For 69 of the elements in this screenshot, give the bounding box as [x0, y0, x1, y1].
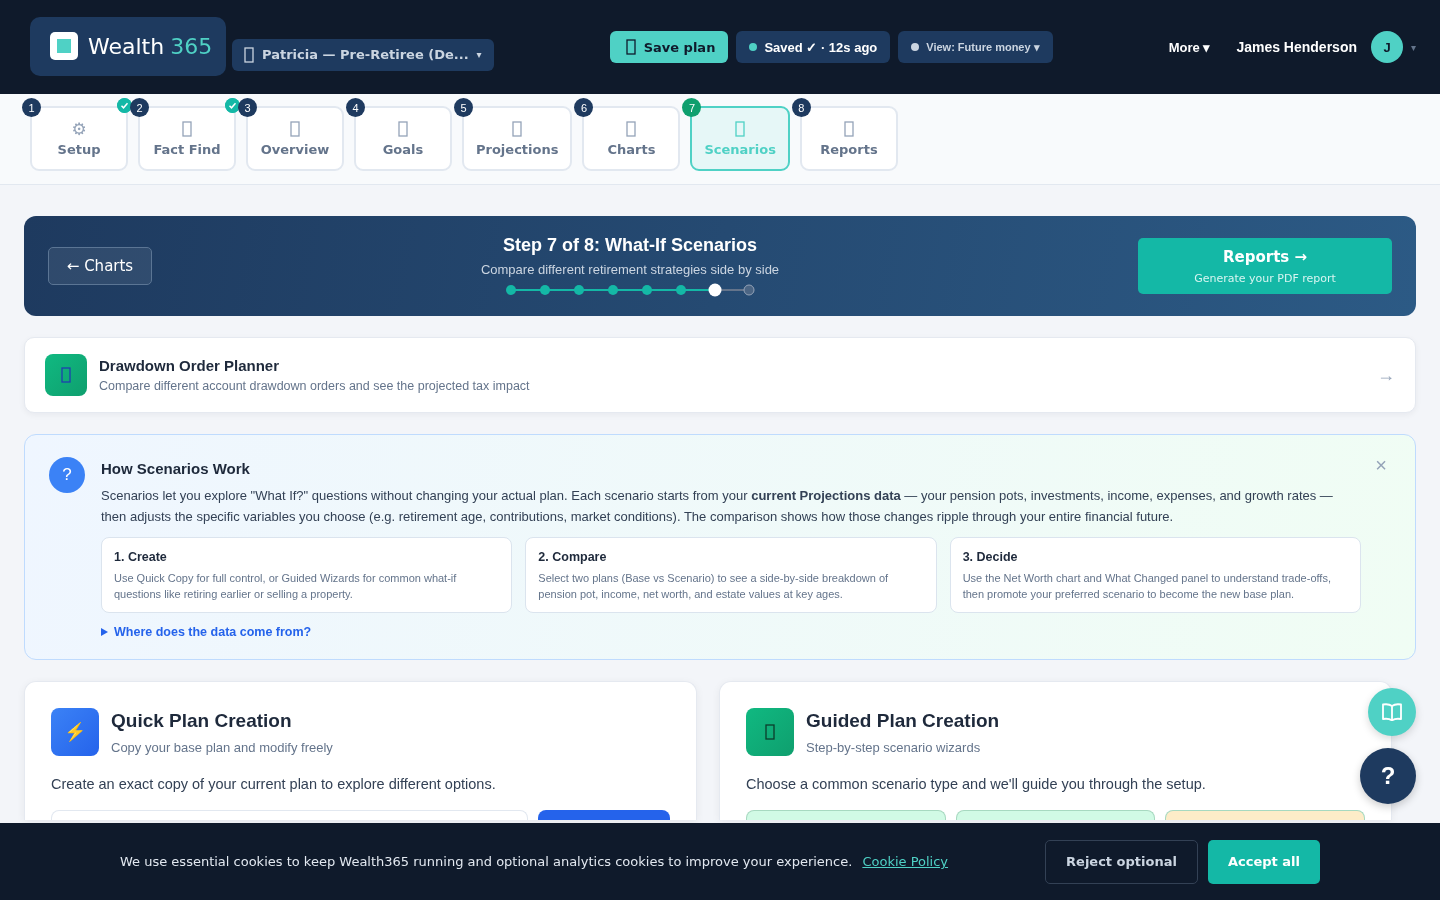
more-menu[interactable]: More ▾: [1162, 38, 1217, 56]
info-card-title: 1. Create: [114, 550, 168, 564]
step-title: Step 7 of 8: What-If Scenarios: [502, 235, 757, 256]
help-button[interactable]: ?: [1360, 748, 1416, 804]
planner-card[interactable]: Drawdown Order Planner Compare different account drawdown orders and see the projected tax impact →: [24, 337, 1416, 413]
info-card-text: Select two plans (Base vs Scenario) to see a side-by-side breakdown of pension pot, income, net worth, and estate values at key ages.: [538, 571, 890, 602]
cookie-policy-link[interactable]: Cookie Policy: [862, 854, 949, 869]
user-name[interactable]: James Henderson: [1236, 39, 1357, 55]
guide-button[interactable]: [1368, 688, 1416, 736]
info-card-text: Use the Net Worth chart and What Changed panel to understand trade-offs, then promote your preferred scenario to become the new base plan.: [962, 571, 1332, 602]
cookie-text: We use essential cookies to keep Wealth365 running and optional analytics cookies to improve your experience.: [120, 854, 853, 869]
scenario-tile[interactable]: [1165, 810, 1365, 820]
card-description: Compare different account drawdown orders and see the projected tax impact: [99, 379, 530, 393]
panel-text: Scenarios let you explore "What If?" questions without changing your actual plan. Each scenario starts from your current Projections data — your pension pots, investments, income, expenses, and growth rates — then adjusts the specific variables you choose (e.g. retirement age, contributions, market conditions). The comparison shows how those changes ripple through your entire financial future.: [101, 487, 1334, 526]
close-button[interactable]: ×: [1369, 453, 1393, 478]
input-field[interactable]: [51, 810, 528, 820]
info-card-text: Use Quick Copy for full control, or Guided Wizards for common what-if questions like retiring earlier or selling a property.: [114, 571, 458, 602]
square-icon: [626, 120, 637, 138]
square-icon: [512, 120, 523, 138]
step-number: 2: [130, 98, 149, 117]
caret-icon[interactable]: [101, 628, 108, 636]
step-number: 7: [682, 98, 702, 117]
client-selector[interactable]: Patricia — Pre-Retiree (De... ▾: [232, 38, 494, 71]
card-title: Drawdown Order Planner: [99, 357, 281, 374]
square-icon: [735, 120, 746, 138]
square-icon: [290, 120, 300, 138]
card-subtitle: Copy your base plan and modify freely: [111, 739, 333, 755]
square-icon: [843, 120, 854, 138]
info-card-title: 2. Compare: [538, 550, 608, 564]
card-description: Create an exact copy of your current plan to explore different options.: [51, 776, 497, 792]
scenario-tile[interactable]: [955, 810, 1156, 820]
help-icon: ?: [49, 457, 85, 493]
panel-title: How Scenarios Work: [101, 460, 251, 477]
step-number: 3: [238, 98, 257, 117]
save-button[interactable]: Save plan: [609, 31, 729, 63]
logo-text: Wealth 365: [88, 33, 213, 59]
step-number: 1: [22, 98, 41, 117]
arrow-icon: →: [1377, 364, 1395, 386]
logo-icon: [50, 32, 78, 60]
square-icon: [625, 39, 636, 55]
view-selector[interactable]: View: Future money ▾: [898, 31, 1053, 63]
book-icon: [1381, 703, 1403, 721]
reject-button[interactable]: Reject optional: [1045, 839, 1198, 884]
step-subtitle: Compare different retirement strategies side by side: [480, 262, 780, 277]
create-button[interactable]: [538, 810, 670, 820]
card-title: Guided Plan Creation: [806, 709, 1000, 732]
scenario-tile[interactable]: [746, 810, 946, 820]
step-number: 6: [574, 98, 594, 117]
lightning-icon: ⚡: [51, 708, 99, 756]
square-icon: [244, 46, 254, 63]
square-outline: [765, 724, 775, 740]
back-button[interactable]: ← Charts: [48, 247, 152, 285]
step-number: 8: [791, 98, 811, 117]
logo[interactable]: Wealth 365: [30, 16, 226, 76]
card-subtitle: Step-by-step scenario wizards: [806, 739, 982, 755]
card-description: Choose a common scenario type and we'll guide you through the setup.: [746, 776, 1207, 792]
next-step-button[interactable]: Reports → Generate your PDF report: [1138, 238, 1392, 294]
accept-button[interactable]: Accept all: [1208, 839, 1320, 884]
user-avatar[interactable]: J: [1371, 31, 1403, 63]
info-card-title: 3. Decide: [962, 550, 1019, 564]
square-icon: [61, 367, 71, 383]
card-title: Quick Plan Creation: [111, 709, 293, 732]
step-number: 5: [454, 98, 473, 117]
square-icon: [398, 120, 408, 138]
square-icon: [182, 120, 192, 138]
caret-icon[interactable]: ▾: [1411, 41, 1416, 53]
saved-status: Saved ✓ · 12s ago: [736, 31, 891, 63]
step-number: 4: [346, 98, 365, 117]
disclosure-link[interactable]: Where does the data come from?: [114, 625, 312, 639]
